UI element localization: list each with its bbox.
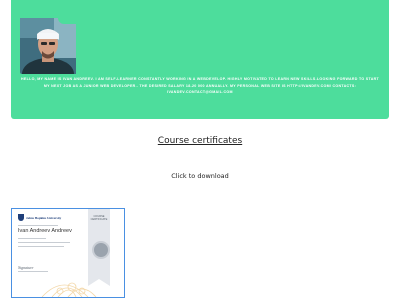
certificate-university-name: Johns Hopkins University — [26, 215, 62, 220]
certificate-university: Johns Hopkins University — [18, 214, 61, 221]
certificate-recipient: Ivan Andreev Andreev — [18, 228, 72, 234]
download-hint: Click to download — [171, 172, 229, 180]
intro-bio-text: Hello, my name is Ivan Andreev. I am sel… — [20, 77, 380, 95]
certificate-text-line — [18, 238, 46, 239]
certificate-text-line — [18, 246, 64, 247]
profile-avatar — [20, 18, 76, 74]
page: Hello, my name is Ivan Andreev. I am sel… — [0, 0, 400, 300]
certificate-badge-label: Course Certificate — [90, 215, 108, 222]
university-shield-icon — [18, 214, 24, 221]
certificates-heading[interactable]: Course certificates — [0, 136, 400, 146]
avatar-corner-mask — [58, 18, 76, 24]
certificate-pattern-decoration — [41, 282, 97, 297]
certificate-divider — [18, 225, 58, 226]
certificate-thumbnail[interactable]: Johns Hopkins University Ivan Andreev An… — [11, 208, 125, 298]
certificate-seal-icon — [92, 241, 110, 259]
certificate-text-line — [18, 242, 70, 243]
